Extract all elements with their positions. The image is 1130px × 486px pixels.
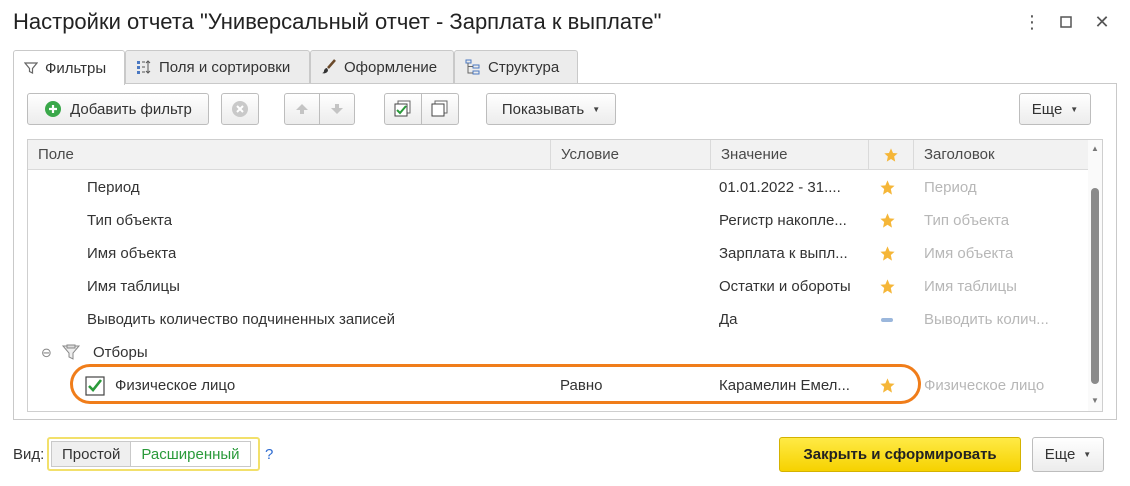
table-row[interactable]: Имя объекта Зарплата к выпл... Имя объек… <box>28 237 1090 270</box>
close-icon[interactable]: ✕ <box>1090 10 1114 34</box>
filter-icon <box>24 62 38 74</box>
arrow-up-icon <box>296 104 308 114</box>
row-value[interactable]: Зарплата к выпл... <box>719 237 859 270</box>
maximize-icon[interactable] <box>1054 10 1078 34</box>
column-value[interactable]: Значение <box>711 140 869 169</box>
more-vertical-icon[interactable]: ⋮ <box>1020 10 1044 34</box>
row-value[interactable]: Остатки и обороты <box>719 270 864 303</box>
filters-panel: Добавить фильтр Показывать ▼ Еще ▼ Поле … <box>13 83 1117 420</box>
row-caption[interactable]: Период <box>924 171 977 204</box>
row-field: Имя объекта <box>87 245 177 262</box>
column-condition[interactable]: Условие <box>551 140 711 169</box>
close-and-generate-button[interactable]: Закрыть и сформировать <box>779 437 1021 472</box>
fields-sort-icon <box>137 60 151 74</box>
more-button[interactable]: Еще ▼ <box>1019 93 1091 125</box>
show-label: Показывать <box>501 100 585 118</box>
column-field[interactable]: Поле <box>28 140 551 169</box>
row-caption[interactable]: Физическое лицо <box>924 369 1044 402</box>
uncheck-all-button[interactable] <box>421 93 459 125</box>
chevron-down-icon: ▼ <box>1070 104 1079 114</box>
scroll-up-icon[interactable]: ▲ <box>1088 144 1102 153</box>
table-header: Поле Условие Значение Заголовок <box>28 140 1090 170</box>
scroll-thumb[interactable] <box>1091 188 1099 384</box>
row-field: Физическое лицо <box>115 377 236 394</box>
column-caption[interactable]: Заголовок <box>914 140 1090 169</box>
collapse-icon[interactable]: ⊖ <box>41 336 52 369</box>
window-title: Настройки отчета "Универсальный отчет - … <box>13 9 662 34</box>
filter-group-icon <box>61 336 81 369</box>
table-row[interactable]: Имя таблицы Остатки и обороты Имя таблиц… <box>28 270 1090 303</box>
row-value[interactable]: 01.01.2022 - 31.... <box>719 171 859 204</box>
tab-fields-sort-label: Поля и сортировки <box>159 58 291 76</box>
row-field: Имя таблицы <box>87 278 180 295</box>
add-filter-button[interactable]: Добавить фильтр <box>27 93 209 125</box>
table-row[interactable]: Физическое лицо Равно Карамелин Емел... … <box>28 369 1090 402</box>
delete-button[interactable] <box>221 93 259 125</box>
star-icon[interactable] <box>876 270 898 303</box>
show-dropdown-button[interactable]: Показывать ▼ <box>486 93 616 125</box>
view-simple-button[interactable]: Простой <box>51 441 132 467</box>
row-caption[interactable]: Тип объекта <box>924 204 1009 237</box>
tab-appearance-label: Оформление <box>344 58 438 76</box>
row-value[interactable]: Карамелин Емел... <box>719 369 859 402</box>
star-icon[interactable] <box>876 369 898 402</box>
row-caption[interactable]: Выводить колич... <box>924 303 1049 336</box>
row-value[interactable]: Да <box>719 303 859 336</box>
check-all-icon <box>394 100 411 117</box>
view-label: Вид: <box>13 446 45 463</box>
help-link[interactable]: ? <box>265 446 273 463</box>
group-row[interactable]: ⊖ Отборы <box>28 336 1090 369</box>
tab-filters-label: Фильтры <box>45 59 107 77</box>
row-condition[interactable]: Равно <box>560 369 602 402</box>
brush-icon <box>322 59 336 74</box>
chevron-down-icon: ▼ <box>1083 450 1092 459</box>
delete-icon <box>232 101 248 117</box>
footer-more-button[interactable]: Еще ▼ <box>1032 437 1104 472</box>
tab-structure-label: Структура <box>488 58 560 76</box>
star-icon[interactable] <box>876 171 898 204</box>
row-field: Период <box>87 179 140 196</box>
row-value[interactable]: Регистр накопле... <box>719 204 859 237</box>
star-icon[interactable] <box>876 204 898 237</box>
structure-icon <box>465 59 480 75</box>
add-filter-label: Добавить фильтр <box>70 100 192 118</box>
row-field: Тип объекта <box>87 212 173 229</box>
uncheck-all-icon <box>431 100 448 117</box>
arrow-down-icon <box>331 104 343 114</box>
row-caption[interactable]: Имя объекта <box>924 237 1013 270</box>
table-row[interactable]: Период 01.01.2022 - 31.... Период <box>28 171 1090 204</box>
filters-table: Поле Условие Значение Заголовок Период 0… <box>27 139 1103 412</box>
move-down-button[interactable] <box>319 93 355 125</box>
row-field: Выводить количество подчиненных записей <box>87 311 395 328</box>
scroll-down-icon[interactable]: ▼ <box>1088 396 1102 405</box>
view-extended-button[interactable]: Расширенный <box>131 441 251 467</box>
dash-icon[interactable] <box>876 303 898 336</box>
tab-appearance[interactable]: Оформление <box>310 50 454 83</box>
group-label: Отборы <box>93 344 148 361</box>
title-bar: Настройки отчета "Универсальный отчет - … <box>0 0 1130 44</box>
tab-structure[interactable]: Структура <box>454 50 578 83</box>
column-star[interactable] <box>869 140 914 169</box>
more-label: Еще <box>1031 100 1063 118</box>
table-row[interactable]: Выводить количество подчиненных записей … <box>28 303 1090 336</box>
move-up-button[interactable] <box>284 93 320 125</box>
star-icon <box>884 147 898 162</box>
chevron-down-icon: ▼ <box>592 104 601 114</box>
check-all-button[interactable] <box>384 93 422 125</box>
view-switch: Простой Расширенный <box>47 437 260 471</box>
tab-fields-sort[interactable]: Поля и сортировки <box>125 50 310 83</box>
star-icon[interactable] <box>876 237 898 270</box>
row-caption[interactable]: Имя таблицы <box>924 270 1017 303</box>
vertical-scrollbar[interactable]: ▲ ▼ <box>1088 140 1102 411</box>
add-icon <box>45 101 62 117</box>
footer-more-label: Еще <box>1044 446 1076 463</box>
table-row[interactable]: Тип объекта Регистр накопле... Тип объек… <box>28 204 1090 237</box>
checkbox[interactable] <box>85 369 105 402</box>
tab-filters[interactable]: Фильтры <box>13 50 125 85</box>
